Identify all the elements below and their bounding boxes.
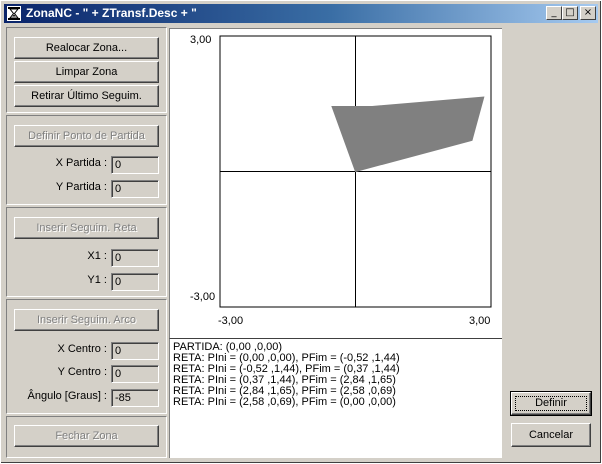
fechar-zona-button[interactable]: Fechar Zona (14, 425, 159, 447)
x-min-tick: -3,00 (218, 315, 244, 327)
retirar-ultimo-button[interactable]: Retirar Último Seguim. (14, 85, 159, 107)
log-line: RETA: PIni = (2,58 ,0,69), PFim = (0,00 … (173, 396, 396, 408)
y1-label: Y1 : (87, 274, 107, 286)
x-max-tick: 3,00 (469, 315, 491, 327)
y-max-tick: 3,00 (190, 34, 212, 46)
cancelar-button[interactable]: Cancelar (511, 423, 591, 447)
inserir-seguim-reta-button[interactable]: Inserir Seguim. Reta (14, 217, 159, 239)
zona-nc-window: ZonaNC - " + ZTransf.Desc + " _ □ × Real… (0, 0, 602, 464)
y-centro-label: Y Centro : (57, 366, 107, 378)
x-centro-field[interactable]: 0 (111, 342, 159, 360)
hourglass-icon (7, 6, 21, 21)
minimize-button[interactable]: _ (546, 6, 562, 20)
y-partida-label: Y Partida : (55, 181, 107, 193)
limpar-zona-button[interactable]: Limpar Zona (14, 61, 159, 83)
y-min-tick: -3,00 (190, 291, 216, 303)
y1-field[interactable]: 0 (111, 273, 159, 291)
x-partida-field[interactable]: 0 (111, 156, 159, 174)
zone-preview-chart: 3,00 -3,00 -3,00 3,00 (169, 28, 502, 338)
focus-rectangle (515, 396, 587, 411)
title-bar[interactable]: ZonaNC - " + ZTransf.Desc + " _ □ × (4, 4, 598, 23)
x-centro-label: X Centro : (57, 343, 107, 355)
zone-plot (219, 35, 492, 308)
maximize-button[interactable]: □ (562, 6, 578, 20)
angulo-field[interactable]: -85 (111, 389, 159, 407)
realocar-zona-button[interactable]: Realocar Zona... (14, 37, 159, 59)
close-button[interactable]: × (580, 6, 596, 20)
definir-button[interactable]: Definir (510, 391, 592, 416)
definir-ponto-partida-button[interactable]: Definir Ponto de Partida (14, 125, 159, 147)
x1-label: X1 : (87, 250, 107, 262)
x-partida-label: X Partida : (55, 157, 107, 169)
window-title: ZonaNC - " + ZTransf.Desc + " (26, 6, 197, 20)
x1-field[interactable]: 0 (111, 249, 159, 267)
segment-log-textarea[interactable]: PARTIDA: (0,00 ,0,00) RETA: PIni = (0,00… (169, 338, 502, 458)
y-partida-field[interactable]: 0 (111, 180, 159, 198)
zone-polygon (331, 96, 485, 173)
y-centro-field[interactable]: 0 (111, 365, 159, 383)
angulo-label: Ângulo [Graus] : (27, 390, 108, 402)
inserir-seguim-arco-button[interactable]: Inserir Seguim. Arco (14, 309, 159, 331)
